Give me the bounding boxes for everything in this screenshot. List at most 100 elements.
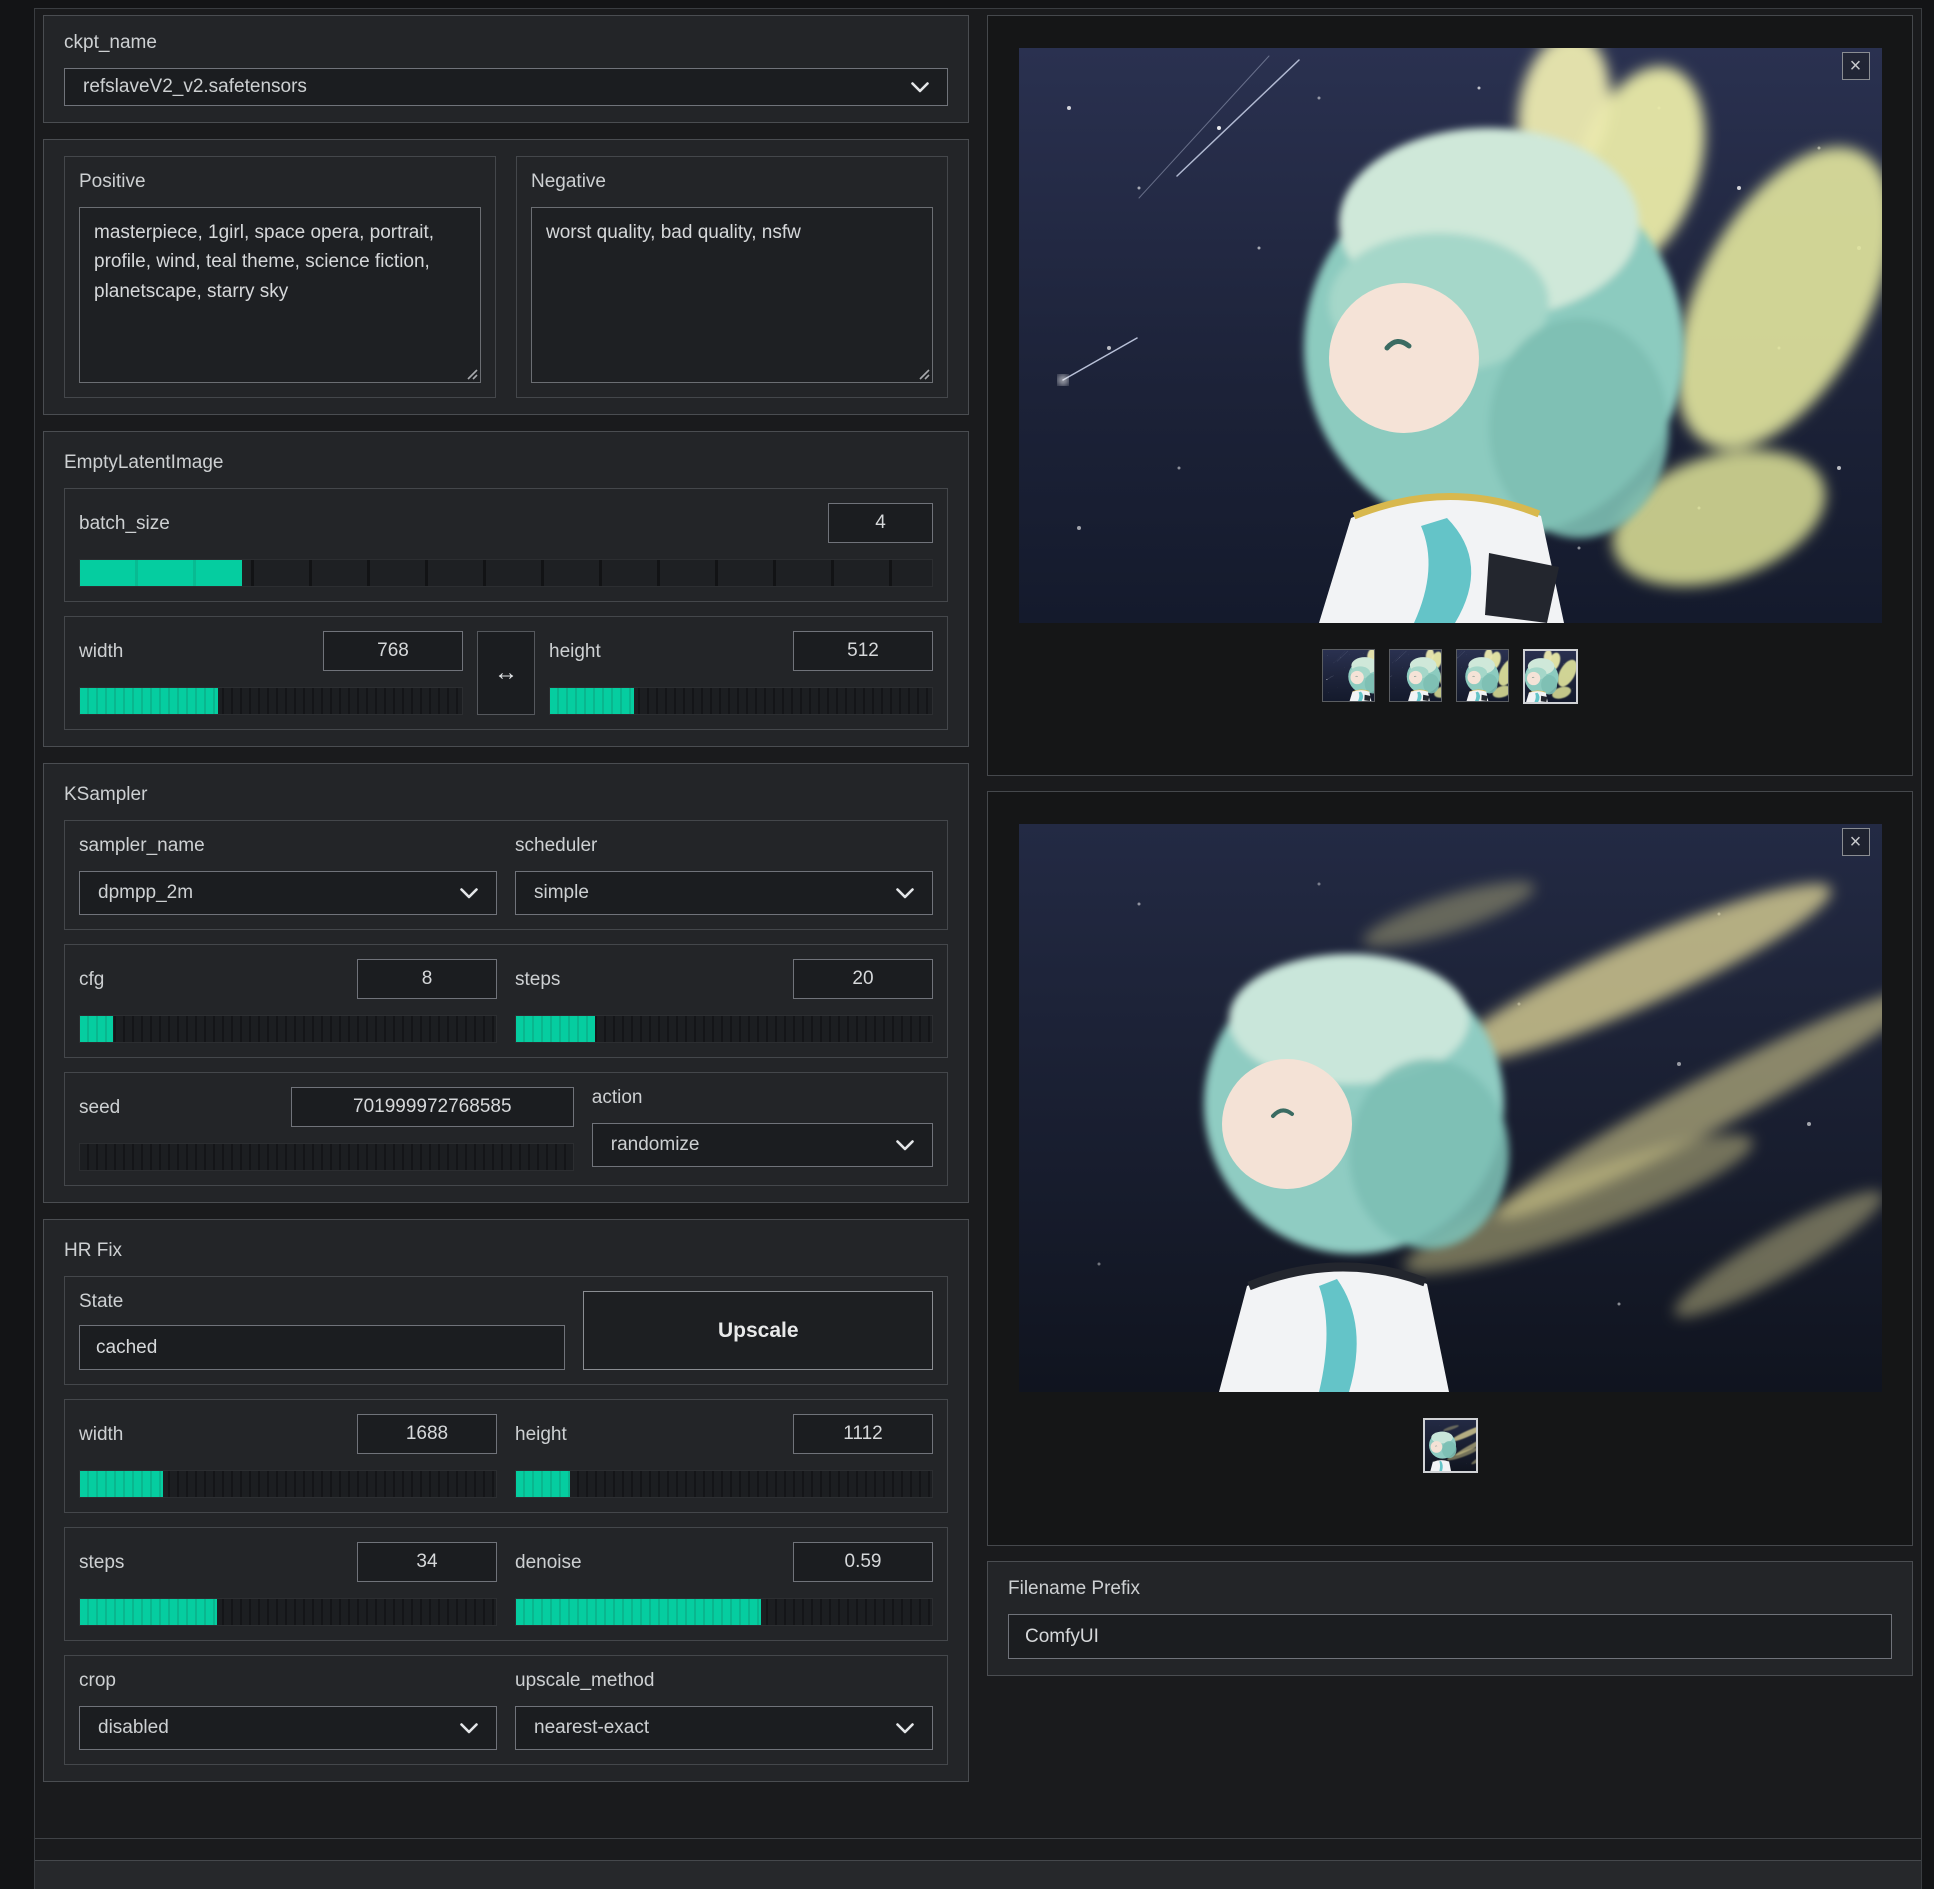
ckpt-name-select[interactable]: refslaveV2_v2.safetensors <box>64 68 948 106</box>
thumbnail[interactable] <box>1389 649 1442 702</box>
crop-select[interactable]: disabled <box>79 1706 497 1750</box>
batch-size-slider[interactable] <box>79 559 933 587</box>
hr-steps-slider[interactable] <box>79 1598 497 1626</box>
scheduler-label: scheduler <box>515 835 933 857</box>
hr-height-row: height <box>515 1414 933 1454</box>
steps-slider[interactable] <box>515 1015 933 1043</box>
content-columns: ckpt_name refslaveV2_v2.safetensors Posi… <box>43 15 1913 1798</box>
resize-handle-icon[interactable] <box>916 366 930 380</box>
negative-textarea-wrap: worst quality, bad quality, nsfw <box>531 207 933 383</box>
ckpt-name-label: ckpt_name <box>64 32 948 54</box>
width-half: width <box>79 631 463 715</box>
upscale-method-select[interactable]: nearest-exact <box>515 1706 933 1750</box>
seed-row: seed <box>79 1087 574 1127</box>
thumbnail-image <box>1390 650 1441 701</box>
state-input[interactable] <box>79 1325 565 1370</box>
denoise-input[interactable] <box>793 1542 933 1582</box>
negative-label: Negative <box>531 171 933 193</box>
hr-width-label: width <box>79 1422 123 1446</box>
swap-icon: ↔ <box>494 659 518 687</box>
cfg-steps-box: cfg steps <box>64 944 948 1058</box>
hrfix-group: HR Fix State Upscale width <box>43 1219 969 1782</box>
hr-height-slider[interactable] <box>515 1470 933 1498</box>
sampler-name-select[interactable]: dpmpp_2m <box>79 871 497 915</box>
slider-fill <box>80 1471 163 1497</box>
slider-fill <box>516 1016 595 1042</box>
crop-value: disabled <box>98 1717 169 1739</box>
sampler-box: sampler_name dpmpp_2m scheduler simple <box>64 820 948 930</box>
hr-width-row: width <box>79 1414 497 1454</box>
cfg-input[interactable] <box>357 959 497 999</box>
denoise-slider[interactable] <box>515 1598 933 1626</box>
sampler-name-value: dpmpp_2m <box>98 882 193 904</box>
positive-prompt-input[interactable]: masterpiece, 1girl, space opera, portrai… <box>79 207 481 383</box>
seed-label: seed <box>79 1095 120 1119</box>
settings-column: ckpt_name refslaveV2_v2.safetensors Posi… <box>43 15 969 1798</box>
collapsed-panel-bar <box>35 1838 1921 1860</box>
thumbnail[interactable] <box>1456 649 1509 702</box>
upscale-button[interactable]: Upscale <box>583 1291 933 1370</box>
batch-size-input[interactable] <box>828 503 933 543</box>
slider-fill <box>80 688 218 714</box>
hr-steps-label: steps <box>79 1550 124 1574</box>
resize-handle-icon[interactable] <box>464 366 478 380</box>
chevron-down-icon <box>460 888 478 899</box>
action-select[interactable]: randomize <box>592 1123 933 1167</box>
cfg-half: cfg <box>79 959 497 1043</box>
gallery-column: × × Filename Prefix <box>987 15 1913 1798</box>
dimensions-box: width ↔ height <box>64 616 948 730</box>
hr-width-slider[interactable] <box>79 1470 497 1498</box>
seed-half: seed <box>79 1087 574 1171</box>
hr-steps-input[interactable] <box>357 1542 497 1582</box>
thumbnail[interactable] <box>1322 649 1375 702</box>
scheduler-select[interactable]: simple <box>515 871 933 915</box>
filename-prefix-input[interactable] <box>1008 1614 1892 1659</box>
preview-image-1 <box>1019 48 1882 623</box>
positive-label: Positive <box>79 171 481 193</box>
scheduler-value: simple <box>534 882 589 904</box>
slider-fill <box>550 688 634 714</box>
hr-height-half: height <box>515 1414 933 1498</box>
steps-input[interactable] <box>793 959 933 999</box>
thumbnail-selected[interactable] <box>1423 1418 1478 1473</box>
thumbnail-image <box>1525 651 1576 702</box>
cfg-row: cfg <box>79 959 497 999</box>
chevron-down-icon <box>911 82 929 93</box>
thumbnail-image <box>1323 650 1374 701</box>
negative-prompt-input[interactable]: worst quality, bad quality, nsfw <box>531 207 933 383</box>
positive-prompt-box: Positive masterpiece, 1girl, space opera… <box>64 156 496 398</box>
hr-height-input[interactable] <box>793 1414 933 1454</box>
upscale-method-label: upscale_method <box>515 1670 933 1692</box>
action-label: action <box>592 1087 933 1109</box>
close-icon[interactable]: × <box>1842 828 1870 856</box>
denoise-label: denoise <box>515 1550 582 1574</box>
height-label: height <box>549 639 601 663</box>
state-label: State <box>79 1291 565 1313</box>
thumbnail-selected[interactable] <box>1523 649 1578 704</box>
slider-fill <box>80 1016 113 1042</box>
cfg-slider[interactable] <box>79 1015 497 1043</box>
empty-latent-group: EmptyLatentImage batch_size width <box>43 431 969 747</box>
width-input[interactable] <box>323 631 463 671</box>
thumbnail-image <box>1425 1420 1476 1471</box>
preview-stage-1: × <box>1019 48 1882 623</box>
sampler-name-label: sampler_name <box>79 835 497 857</box>
height-input[interactable] <box>793 631 933 671</box>
chevron-down-icon <box>896 888 914 899</box>
hr-width-input[interactable] <box>357 1414 497 1454</box>
batch-size-row: batch_size <box>79 503 933 543</box>
upscale-method-value: nearest-exact <box>534 1717 649 1739</box>
slider-fill <box>516 1599 761 1625</box>
width-slider[interactable] <box>79 687 463 715</box>
hr-steps-half: steps <box>79 1542 497 1626</box>
batch-size-box: batch_size <box>64 488 948 602</box>
swap-dimensions-button[interactable]: ↔ <box>477 631 535 715</box>
seed-slider[interactable] <box>79 1143 574 1171</box>
height-slider[interactable] <box>549 687 933 715</box>
height-row: height <box>549 631 933 671</box>
hrfix-title: HR Fix <box>64 1240 948 1262</box>
empty-latent-title: EmptyLatentImage <box>64 452 948 474</box>
close-icon[interactable]: × <box>1842 52 1870 80</box>
negative-prompt-box: Negative worst quality, bad quality, nsf… <box>516 156 948 398</box>
seed-input[interactable] <box>291 1087 574 1127</box>
